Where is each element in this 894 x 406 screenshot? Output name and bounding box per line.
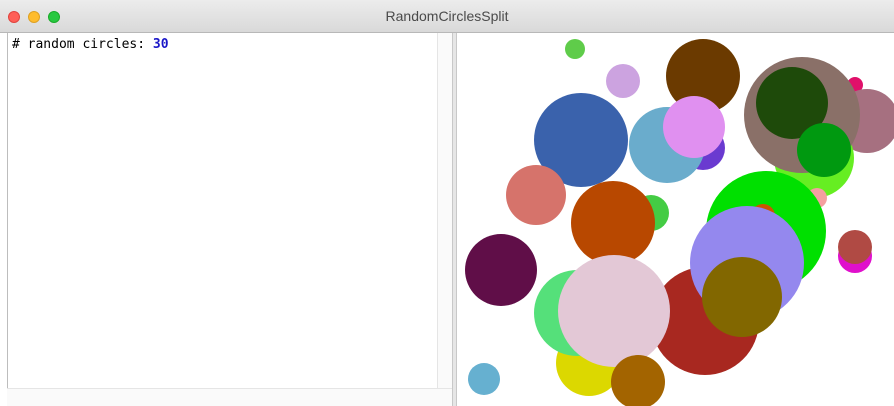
circles-svg <box>465 39 894 406</box>
circle-15 <box>506 165 566 225</box>
circle-2 <box>606 64 640 98</box>
circle-14 <box>663 96 725 158</box>
console-label: # random circles: <box>12 37 153 52</box>
circles-canvas <box>457 33 894 406</box>
console-circle-count: 30 <box>152 37 169 52</box>
window-title: RandomCirclesSplit <box>385 8 509 24</box>
console-line: # random circles: 30 <box>12 37 169 52</box>
circle-28 <box>558 255 670 367</box>
circle-25 <box>702 257 782 337</box>
app-window: RandomCirclesSplit # random circles: 30 <box>0 0 894 406</box>
title-bar[interactable]: RandomCirclesSplit <box>0 0 894 33</box>
circle-3 <box>565 39 585 59</box>
circle-17 <box>571 181 655 265</box>
circle-layer <box>465 39 894 406</box>
console-text-area[interactable]: # random circles: 30 <box>7 33 437 388</box>
circle-30 <box>468 363 500 395</box>
circle-21 <box>838 230 872 264</box>
horizontal-scrollbar[interactable] <box>7 388 452 406</box>
circle-9 <box>797 123 851 177</box>
circle-22 <box>465 234 537 306</box>
console-pane: # random circles: 30 <box>0 33 453 406</box>
vertical-scrollbar[interactable] <box>437 33 452 388</box>
